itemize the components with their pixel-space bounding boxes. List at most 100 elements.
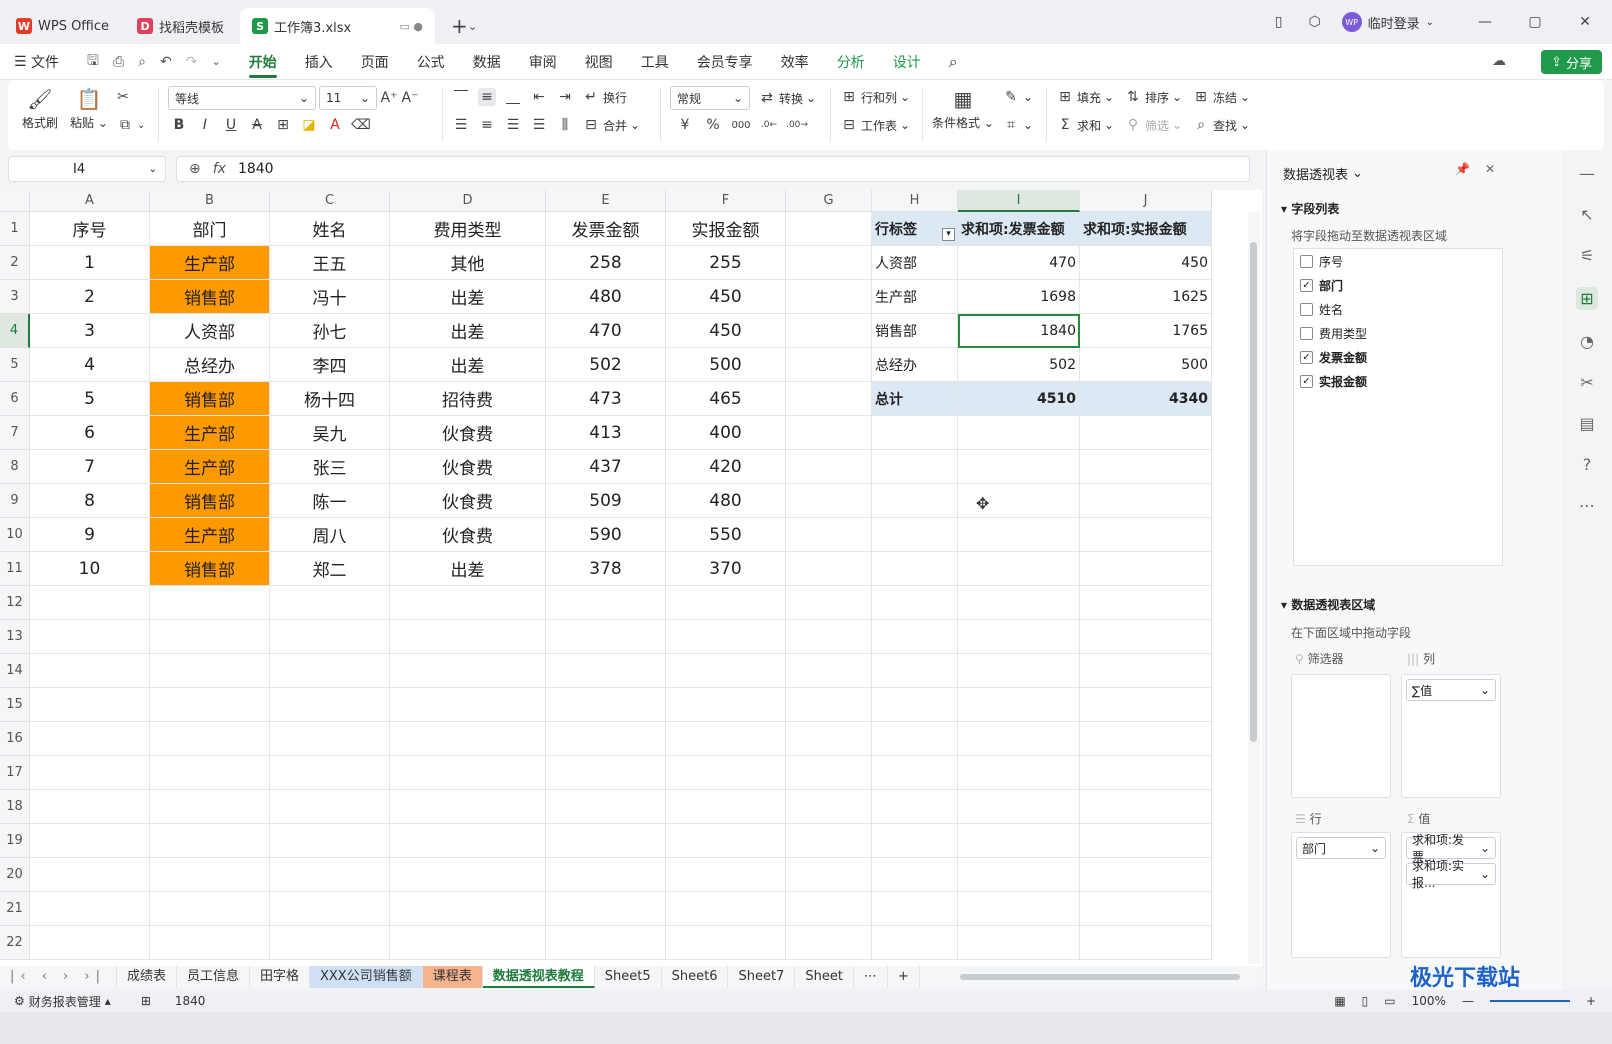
table-cell[interactable]: 冯十: [270, 280, 390, 314]
cell[interactable]: [786, 926, 872, 960]
cell[interactable]: [1080, 586, 1212, 620]
help-icon[interactable]: ?: [1583, 455, 1592, 474]
tab-template[interactable]: D 找稻壳模板: [125, 8, 236, 44]
row-drop-zone[interactable]: 部门 ⌄: [1291, 832, 1391, 958]
table-cell[interactable]: 502: [546, 348, 666, 382]
cell[interactable]: [786, 416, 872, 450]
table-cell[interactable]: 陈一: [270, 484, 390, 518]
table-header-cell[interactable]: 发票金额: [546, 212, 666, 246]
menu-tools[interactable]: 工具: [627, 44, 683, 80]
cell[interactable]: [786, 858, 872, 892]
cell[interactable]: [1080, 620, 1212, 654]
cell[interactable]: [546, 586, 666, 620]
cell[interactable]: [150, 586, 270, 620]
column-header[interactable]: E: [546, 190, 666, 212]
table-cell[interactable]: 480: [666, 484, 786, 518]
cell[interactable]: [958, 892, 1080, 926]
menu-view[interactable]: 视图: [571, 44, 627, 80]
cell[interactable]: [150, 654, 270, 688]
menu-home[interactable]: 开始: [235, 44, 291, 80]
currency-icon[interactable]: ¥: [676, 116, 694, 134]
select-all-corner[interactable]: [0, 190, 30, 212]
row-label-filter-icon[interactable]: ▾: [942, 228, 955, 241]
cell[interactable]: [1080, 722, 1212, 756]
row-header[interactable]: 10: [0, 518, 30, 552]
cell[interactable]: [786, 382, 872, 416]
sheet-tab[interactable]: 成绩表: [117, 966, 177, 988]
menu-formula[interactable]: 公式: [403, 44, 459, 80]
outdent-icon[interactable]: ⇤: [530, 88, 548, 106]
formula-bar[interactable]: ⊕ fx 1840: [176, 156, 1250, 182]
cell[interactable]: [150, 892, 270, 926]
justify-icon[interactable]: ☰: [530, 116, 548, 134]
table-cell[interactable]: 出差: [390, 552, 546, 586]
border-icon[interactable]: ⊞: [274, 116, 292, 134]
cell[interactable]: [1080, 654, 1212, 688]
table-cell[interactable]: 370: [666, 552, 786, 586]
settings-sliders-icon[interactable]: ⚟: [1580, 246, 1594, 265]
table-cell[interactable]: 4: [30, 348, 150, 382]
value-drop-zone[interactable]: 求和项:发票... ⌄ 求和项:实报... ⌄: [1401, 832, 1501, 958]
cell[interactable]: [150, 790, 270, 824]
table-cell[interactable]: 生产部: [150, 450, 270, 484]
cell[interactable]: [666, 926, 786, 960]
table-cell[interactable]: 销售部: [150, 280, 270, 314]
cell[interactable]: [546, 790, 666, 824]
cell[interactable]: [958, 824, 1080, 858]
table-cell[interactable]: 1: [30, 246, 150, 280]
table-cell[interactable]: 509: [546, 484, 666, 518]
align-right-icon[interactable]: ☰: [504, 116, 522, 134]
table-cell[interactable]: 伙食费: [390, 484, 546, 518]
cell[interactable]: [958, 586, 1080, 620]
share-button[interactable]: ⇪ 分享: [1541, 50, 1602, 74]
thousands-icon[interactable]: 000: [731, 116, 750, 134]
cell[interactable]: [30, 722, 150, 756]
cell[interactable]: [872, 654, 958, 688]
menu-review[interactable]: 审阅: [515, 44, 571, 80]
tab-close-icon[interactable]: ▭ ●: [400, 20, 424, 33]
menu-efficiency[interactable]: 效率: [767, 44, 823, 80]
row-header[interactable]: 13: [0, 620, 30, 654]
field-list-header[interactable]: ▾ 字段列表: [1281, 200, 1339, 217]
cell[interactable]: [786, 654, 872, 688]
cell[interactable]: [872, 858, 958, 892]
cell[interactable]: [872, 688, 958, 722]
cell[interactable]: [30, 586, 150, 620]
minimize-panel-icon[interactable]: —: [1579, 164, 1595, 183]
cell[interactable]: [30, 824, 150, 858]
row-header[interactable]: 8: [0, 450, 30, 484]
sheet-tab[interactable]: 数据透视表教程: [482, 966, 595, 988]
fill-button[interactable]: ⊞ 填充 ⌄: [1056, 88, 1114, 106]
table-cell[interactable]: 出差: [390, 280, 546, 314]
cond-format-button[interactable]: ▦ 条件格式 ⌄: [932, 86, 994, 131]
cell-style-icon[interactable]: ✎ ⌄: [1002, 88, 1033, 106]
scroll-thumb[interactable]: [1250, 242, 1257, 742]
filter-drop-zone[interactable]: [1291, 674, 1391, 798]
crop-icon[interactable]: ⌗ ⌄: [1002, 116, 1033, 134]
macro-button[interactable]: ⚙ 财务报表管理 ▴: [14, 993, 111, 1010]
cell[interactable]: [546, 722, 666, 756]
cell[interactable]: [666, 790, 786, 824]
cell[interactable]: [872, 450, 958, 484]
align-middle-icon[interactable]: ≡: [478, 88, 496, 106]
cell[interactable]: [872, 892, 958, 926]
column-header[interactable]: J: [1080, 190, 1212, 212]
table-header-cell[interactable]: 姓名: [270, 212, 390, 246]
table-cell[interactable]: 出差: [390, 314, 546, 348]
pivot-total-cell[interactable]: 4510: [958, 382, 1080, 416]
table-cell[interactable]: 255: [666, 246, 786, 280]
panel-close-icon[interactable]: ✕: [1485, 162, 1495, 176]
cell[interactable]: [786, 246, 872, 280]
row-header[interactable]: 16: [0, 722, 30, 756]
cell[interactable]: [958, 552, 1080, 586]
field-item[interactable]: 费用类型: [1294, 321, 1502, 345]
cell[interactable]: [150, 756, 270, 790]
cell[interactable]: [150, 824, 270, 858]
field-checkbox[interactable]: [1300, 254, 1313, 268]
cell[interactable]: [546, 620, 666, 654]
tab-workbook[interactable]: S 工作簿3.xlsx ▭ ●: [240, 8, 436, 44]
cell[interactable]: [30, 756, 150, 790]
table-header-cell[interactable]: 费用类型: [390, 212, 546, 246]
convert-button[interactable]: ⇄ 转换 ⌄: [758, 89, 816, 107]
field-item[interactable]: 姓名: [1294, 297, 1502, 321]
